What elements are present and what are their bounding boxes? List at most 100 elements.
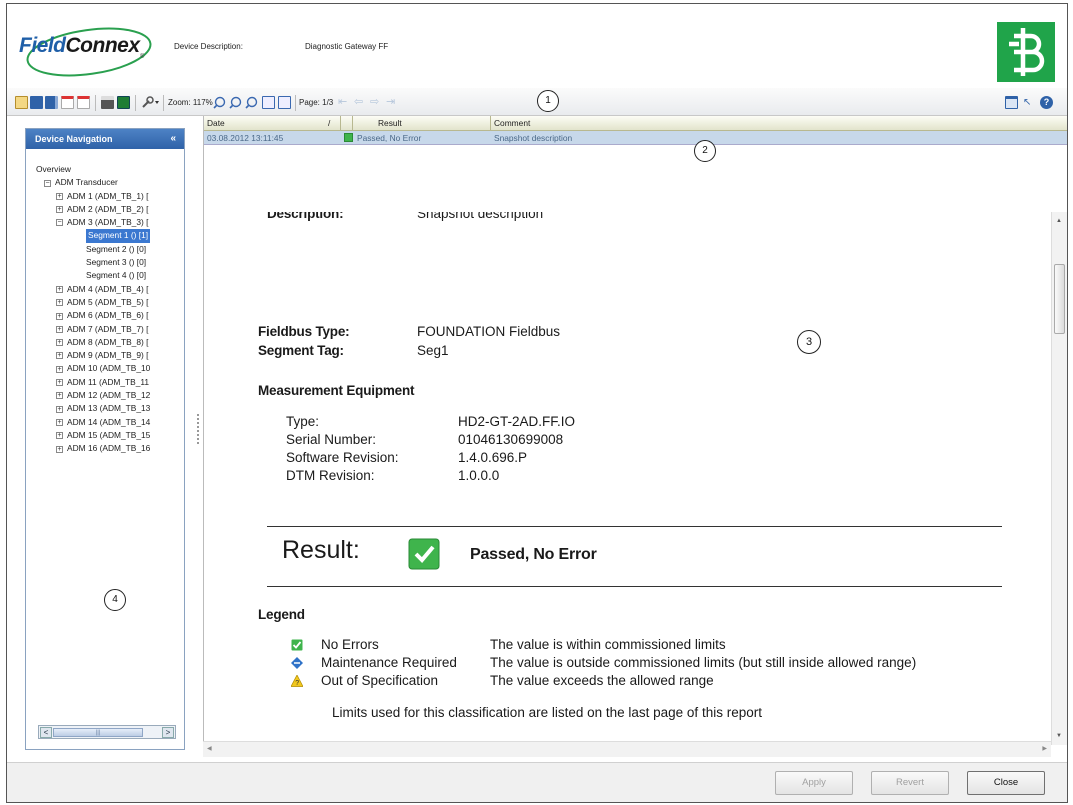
save-all-icon[interactable] — [45, 96, 58, 109]
new-icon[interactable] — [15, 96, 28, 109]
tree-item[interactable]: Segment 2 () [0] — [36, 243, 184, 256]
expand-icon[interactable]: + — [56, 192, 63, 200]
zoom-out-icon[interactable] — [229, 96, 242, 109]
tree-item[interactable]: − ADM Transducer — [36, 176, 184, 189]
tree-item[interactable]: + ADM 13 (ADM_TB_13 — [36, 402, 184, 415]
tree-item[interactable]: + ADM 16 (ADM_TB_16 — [36, 442, 184, 455]
device-navigation-header[interactable]: Device Navigation « — [26, 129, 184, 149]
tree-item[interactable]: Segment 1 () [1] — [36, 229, 184, 243]
tree-item[interactable]: + ADM 14 (ADM_TB_14 — [36, 416, 184, 429]
expand-icon[interactable]: + — [56, 339, 63, 347]
scroll-up-icon[interactable]: ▲ — [1056, 218, 1062, 224]
first-page-icon[interactable]: ⇤ — [338, 96, 351, 109]
registered-mark: ® — [140, 54, 145, 60]
tree-item[interactable]: + ADM 10 (ADM_TB_10 — [36, 362, 184, 375]
header: FieldConnex ® Device Description: Diagno… — [7, 4, 1067, 88]
delete-snapshot-icon[interactable] — [61, 96, 74, 109]
device-description-value: Diagnostic Gateway FF — [305, 42, 389, 51]
view-layout-icon[interactable] — [1005, 96, 1018, 109]
table-row[interactable]: 03.08.2012 13:11:45 Passed, No Error Sna… — [204, 131, 1067, 145]
expand-icon[interactable]: + — [56, 365, 63, 373]
tree-item[interactable]: + ADM 9 (ADM_TB_9) [ — [36, 349, 184, 362]
zoom-in-icon[interactable] — [213, 96, 226, 109]
expand-icon[interactable]: + — [56, 418, 63, 426]
result-divider-bottom — [267, 586, 1002, 587]
expand-icon[interactable]: + — [56, 206, 63, 214]
page-indicator: Page: 1/3 — [299, 98, 334, 107]
scroll-down-icon[interactable]: ▼ — [1056, 733, 1062, 739]
snapshot-grid: Date / Result Comment 03.08.2012 13:11:4… — [203, 116, 1067, 212]
fieldbus-type-value: FOUNDATION Fieldbus — [417, 324, 561, 339]
scroll-left-icon[interactable]: < — [40, 727, 52, 738]
column-result[interactable]: Result — [378, 118, 402, 128]
tree-item[interactable]: Segment 3 () [0] — [36, 256, 184, 269]
revert-button[interactable]: Revert — [871, 771, 949, 795]
scroll-right-icon[interactable]: > — [162, 727, 174, 738]
expand-icon[interactable]: + — [56, 392, 63, 400]
tree-item[interactable]: + ADM 4 (ADM_TB_4) [ — [36, 283, 184, 296]
print-icon[interactable] — [101, 96, 114, 109]
svg-text:?: ? — [295, 680, 299, 687]
serial-number-label: Serial Number: — [286, 432, 377, 447]
nav-scroll-thumb[interactable]: ||| — [53, 728, 143, 737]
tree-item[interactable]: Overview — [36, 163, 184, 176]
save-icon[interactable] — [30, 96, 43, 109]
expand-icon[interactable]: + — [56, 325, 63, 333]
apply-button[interactable]: Apply — [775, 771, 853, 795]
report-scroll-thumb[interactable] — [1054, 264, 1065, 334]
column-comment[interactable]: Comment — [494, 118, 530, 128]
expand-icon[interactable]: + — [56, 285, 63, 293]
expand-icon[interactable]: + — [56, 352, 63, 360]
tree-item[interactable]: + ADM 11 (ADM_TB_11 — [36, 376, 184, 389]
zoom-fit-icon[interactable] — [245, 96, 258, 109]
tree-item-label: ADM 11 (ADM_TB_11 — [67, 376, 150, 387]
scroll-left-icon[interactable]: ◀ — [207, 745, 212, 752]
scroll-right-icon[interactable]: ▶ — [1042, 745, 1047, 752]
expand-icon[interactable]: + — [56, 379, 63, 387]
tree-item[interactable]: + ADM 6 (ADM_TB_6) [ — [36, 309, 184, 322]
tree-item[interactable]: + ADM 15 (ADM_TB_15 — [36, 429, 184, 442]
close-button[interactable]: Close — [967, 771, 1045, 795]
context-help-icon[interactable]: ↖ — [1023, 96, 1036, 109]
report-horizontal-scrollbar[interactable]: ◀ ▶ — [203, 741, 1051, 757]
collapse-icon[interactable]: − — [56, 219, 63, 227]
tree-item[interactable]: − ADM 3 (ADM_TB_3) [ — [36, 216, 184, 229]
tree-item[interactable]: + ADM 12 (ADM_TB_12 — [36, 389, 184, 402]
help-icon[interactable]: ? — [1040, 96, 1053, 109]
remove-snapshot-icon[interactable] — [77, 96, 90, 109]
tree-item-label: ADM 8 (ADM_TB_8) [ — [67, 336, 149, 347]
column-sort-indicator[interactable]: / — [328, 118, 330, 128]
tree-item[interactable]: + ADM 2 (ADM_TB_2) [ — [36, 203, 184, 216]
tree-item-label: ADM 13 (ADM_TB_13 — [67, 403, 151, 414]
previous-page-icon[interactable]: ⇦ — [354, 96, 367, 109]
green-check-icon — [344, 133, 353, 142]
tree-item[interactable]: + ADM 1 (ADM_TB_1) [ — [36, 190, 184, 203]
expand-icon[interactable]: + — [56, 405, 63, 413]
pepperl-fuchs-logo — [997, 22, 1055, 82]
expand-icon[interactable]: + — [56, 299, 63, 307]
expand-icon[interactable]: + — [56, 432, 63, 440]
nav-horizontal-scrollbar[interactable]: < ||| > — [38, 725, 176, 739]
next-page-icon[interactable]: ⇨ — [370, 96, 383, 109]
column-date[interactable]: Date — [207, 118, 225, 128]
result-pass-icon — [408, 538, 440, 570]
row-date: 03.08.2012 13:11:45 — [207, 133, 284, 143]
tree-item-label: ADM 5 (ADM_TB_5) [ — [67, 296, 149, 307]
tree-item-label: ADM 1 (ADM_TB_1) [ — [67, 190, 149, 201]
last-page-icon[interactable]: ⇥ — [386, 96, 399, 109]
expand-icon[interactable]: + — [56, 445, 63, 453]
report-vertical-scrollbar[interactable]: ▲ ▼ — [1051, 212, 1067, 745]
page-width-icon[interactable] — [262, 96, 275, 109]
settings-wrench-icon[interactable] — [141, 96, 159, 109]
collapse-icon[interactable]: − — [44, 179, 51, 187]
splitter-handle[interactable] — [197, 414, 200, 444]
expand-icon[interactable]: + — [56, 312, 63, 320]
whole-page-icon[interactable] — [278, 96, 291, 109]
tree-item[interactable]: + ADM 7 (ADM_TB_7) [ — [36, 323, 184, 336]
tree-item[interactable]: + ADM 8 (ADM_TB_8) [ — [36, 336, 184, 349]
collapse-chevron-icon[interactable]: « — [170, 133, 176, 144]
tree-item[interactable]: Segment 4 () [0] — [36, 269, 184, 282]
device-description-label: Device Description: — [174, 42, 243, 51]
excel-export-icon[interactable] — [117, 96, 130, 109]
tree-item[interactable]: + ADM 5 (ADM_TB_5) [ — [36, 296, 184, 309]
